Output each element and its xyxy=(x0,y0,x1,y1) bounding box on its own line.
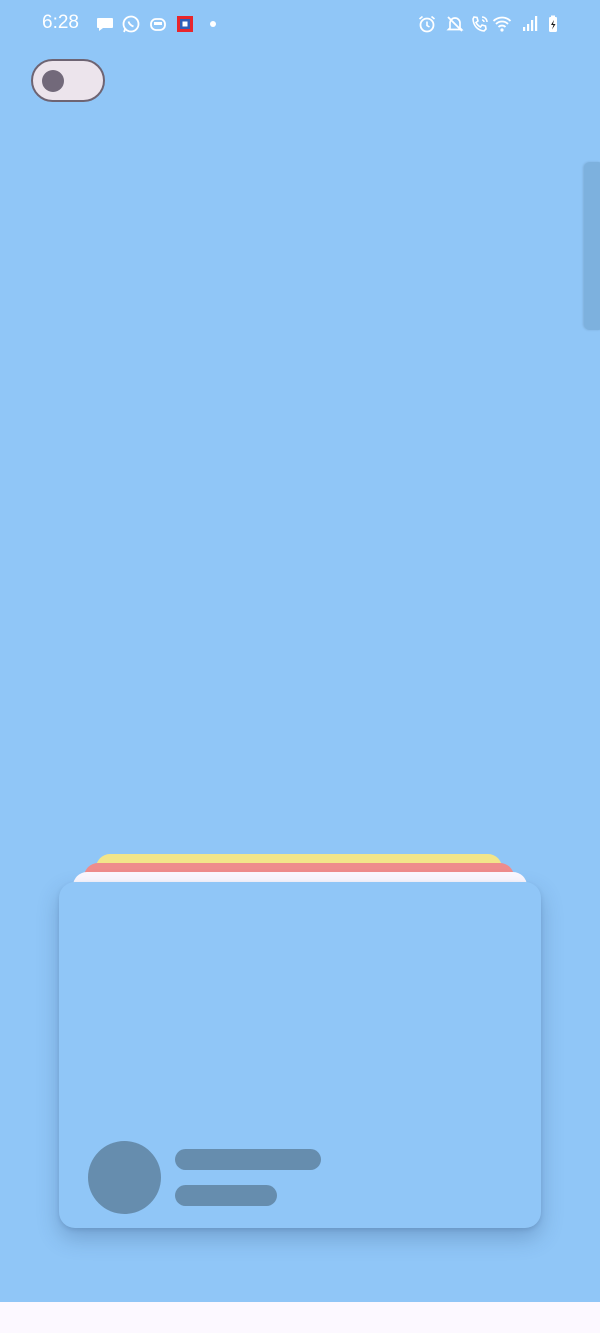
silent-bell-icon xyxy=(445,14,465,34)
front-card[interactable] xyxy=(59,882,541,1228)
toggle-switch[interactable] xyxy=(31,59,105,102)
subtitle-line-placeholder xyxy=(175,1185,277,1206)
dot-icon xyxy=(203,14,223,34)
signal-icon xyxy=(520,14,540,34)
toggle-knob xyxy=(42,70,64,92)
avatar-placeholder xyxy=(88,1141,161,1214)
cloud-box-icon xyxy=(148,14,168,34)
wifi-calling-icon xyxy=(470,14,490,34)
status-time: 6:28 xyxy=(42,12,79,33)
app-square-icon xyxy=(175,14,195,34)
chat-bubble-icon xyxy=(95,14,115,34)
edge-panel-handle[interactable] xyxy=(584,162,600,330)
wifi-icon xyxy=(492,14,512,34)
title-line-placeholder xyxy=(175,1149,321,1170)
battery-charging-icon xyxy=(543,14,563,34)
whatsapp-icon xyxy=(121,14,141,34)
status-bar: 6:28 xyxy=(0,0,600,48)
alarm-icon xyxy=(417,14,437,34)
navigation-bar xyxy=(0,1302,600,1333)
